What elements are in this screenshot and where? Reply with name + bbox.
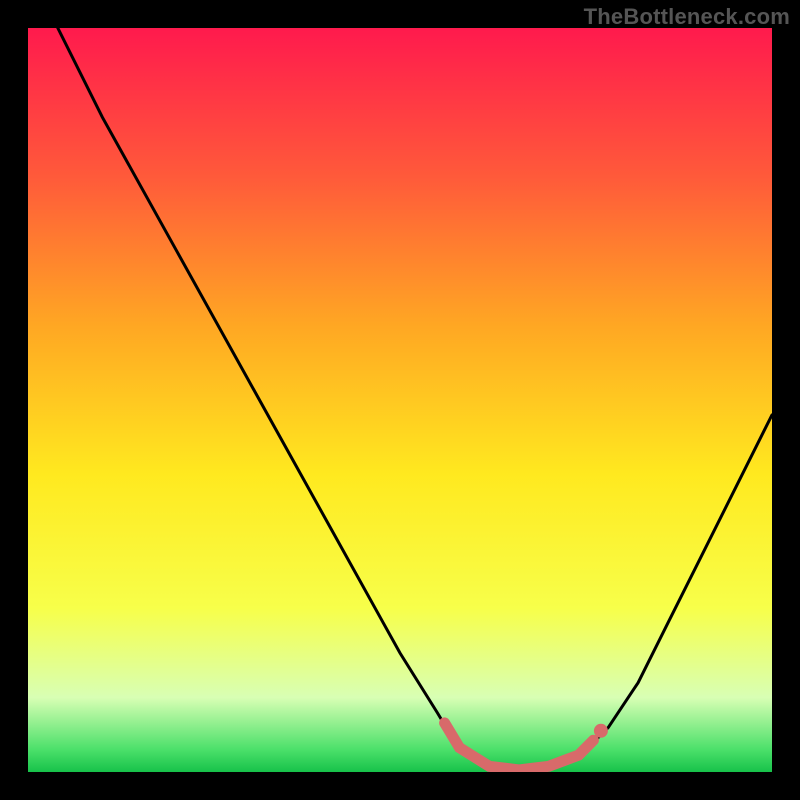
bottleneck-chart (28, 28, 772, 772)
watermark-label: TheBottleneck.com (584, 4, 790, 30)
gradient-background (28, 28, 772, 772)
chart-frame: TheBottleneck.com (0, 0, 800, 800)
optimal-point-dot (594, 724, 608, 738)
plot-area (28, 28, 772, 772)
